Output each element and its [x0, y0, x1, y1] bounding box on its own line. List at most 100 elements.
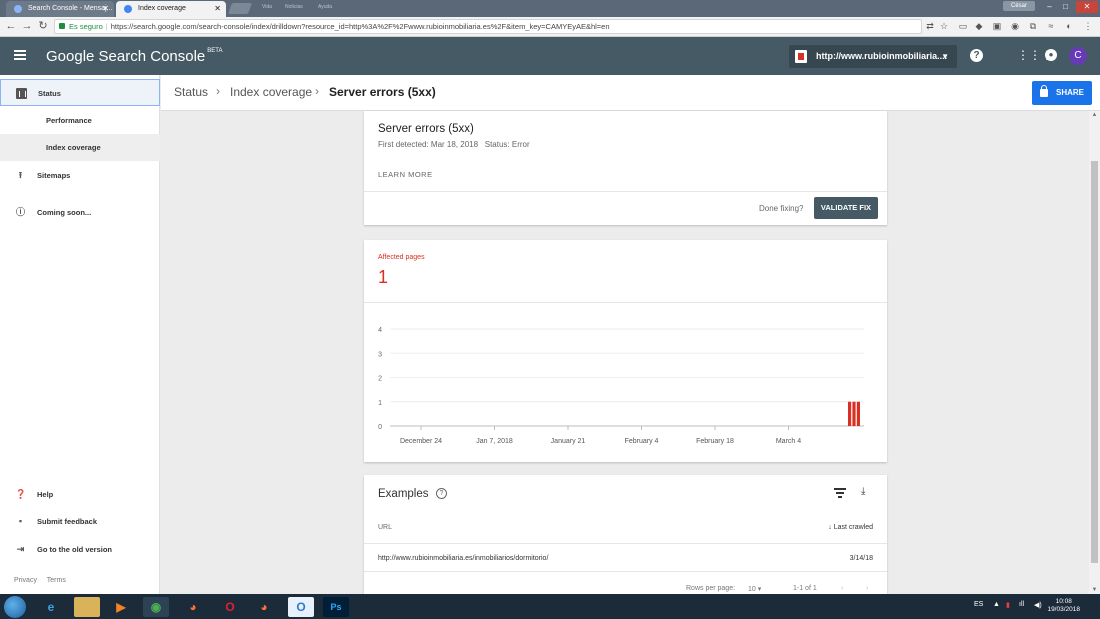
help-icon[interactable]: ? [970, 49, 983, 62]
tray-arrow-icon[interactable]: ▲ [993, 601, 1000, 608]
notifications-icon[interactable]: ● [1045, 49, 1057, 61]
column-header-last-crawled[interactable]: ↓ Last crawled [828, 524, 873, 531]
start-button[interactable] [4, 596, 26, 618]
close-tab-icon[interactable]: ✕ [102, 1, 109, 16]
cast-icon[interactable]: ▭ [957, 20, 969, 32]
x-tick-label: January 21 [551, 438, 586, 445]
sidebar-item-help[interactable]: ❓ Help [0, 481, 160, 508]
page-scrollbar[interactable]: ▲ ▼ [1089, 111, 1100, 594]
extension-icon[interactable]: ◉ [1009, 20, 1021, 32]
chart-bar [856, 401, 860, 426]
y-tick-label: 4 [378, 327, 382, 334]
signal-icon[interactable]: ıll [1019, 601, 1024, 608]
sidebar-item-index-coverage[interactable]: Index coverage [0, 134, 160, 161]
column-header-label: Last crawled [833, 524, 873, 531]
chrome-icon[interactable]: ◉ [143, 597, 169, 617]
terms-link[interactable]: Terms [47, 577, 66, 584]
upload-icon: ⭱ [18, 170, 23, 180]
examples-title: Examples [378, 488, 429, 500]
y-tick-label: 2 [378, 376, 382, 383]
chart-bar [852, 401, 856, 426]
extension-icon[interactable]: ▣ [991, 20, 1003, 32]
maximize-icon[interactable]: □ [1058, 1, 1073, 13]
internet-explorer-icon[interactable]: e [38, 597, 64, 617]
reload-icon[interactable]: ↻ [36, 19, 50, 33]
minimize-icon[interactable]: – [1042, 1, 1057, 13]
volume-icon[interactable]: ◀) [1034, 601, 1042, 609]
sidebar-item-sitemaps[interactable]: ⭱ Sitemaps [0, 162, 160, 189]
sidebar-item-status[interactable]: Status [0, 79, 160, 106]
download-icon[interactable]: ⤓ [861, 486, 865, 497]
help-icon[interactable]: ? [436, 488, 447, 499]
scroll-up-icon[interactable]: ▲ [1089, 112, 1100, 118]
bar-chart-icon [16, 88, 27, 99]
sidebar-item-coming-soon[interactable]: ⓘ Coming soon... [0, 199, 160, 226]
divider [364, 191, 887, 192]
feedback-icon: ▪ [18, 516, 23, 526]
close-tab-icon[interactable]: ✕ [214, 1, 221, 16]
tab-title: Search Console - Mensaj... [28, 5, 113, 12]
language-indicator[interactable]: ES [974, 601, 983, 608]
breadcrumb: Status › Index coverage › Server errors … [161, 75, 1100, 111]
scrollbar-thumb[interactable] [1091, 161, 1098, 563]
breadcrumb-index-coverage[interactable]: Index coverage [230, 85, 312, 99]
rows-per-page-value: 10 [748, 586, 756, 593]
forward-icon[interactable]: → [20, 19, 34, 33]
extension-icon[interactable]: ≈ [1045, 20, 1057, 32]
filter-icon[interactable] [834, 488, 846, 498]
back-icon[interactable]: ← [4, 19, 18, 33]
browser-tab-search-console[interactable]: Search Console - Mensaj... ✕ [6, 1, 114, 17]
scroll-down-icon[interactable]: ▼ [1089, 587, 1100, 593]
avatar[interactable]: C [1069, 47, 1087, 65]
breadcrumb-status[interactable]: Status [174, 85, 208, 99]
photoshop-icon[interactable]: Ps [323, 597, 349, 617]
sidebar-item-label: Index coverage [46, 143, 101, 152]
table-row-url[interactable]: http://www.rubioinmobiliaria.es/inmobili… [378, 555, 548, 562]
system-clock[interactable]: 10:08 19/03/2018 [1047, 598, 1080, 614]
divider [364, 571, 887, 572]
file-explorer-icon[interactable] [74, 597, 100, 617]
browser-tab-index-coverage[interactable]: Index coverage ✕ [116, 1, 226, 17]
new-tab-button[interactable] [227, 3, 253, 14]
tab-title: Index coverage [138, 5, 186, 12]
opera-icon[interactable]: O [217, 597, 243, 617]
sidebar-item-feedback[interactable]: ▪ Submit feedback [0, 508, 160, 535]
extension-icon[interactable]: ◆ [973, 20, 985, 32]
exit-icon: ⇥ [16, 544, 25, 554]
share-button[interactable]: SHARE [1032, 81, 1092, 105]
extension-icon[interactable]: ◐ [1063, 20, 1075, 32]
sidebar-footer: Privacy Terms [14, 577, 74, 584]
prev-page-icon[interactable]: ‹ [841, 585, 843, 592]
validate-fix-button[interactable]: VALIDATE FIX [814, 197, 878, 219]
sidebar-item-old-version[interactable]: ⇥ Go to the old version [0, 536, 160, 563]
sidebar-item-performance[interactable]: Performance [0, 107, 160, 134]
apps-grid-icon[interactable]: ⋮⋮⋮ [1017, 47, 1053, 63]
next-page-icon[interactable]: › [866, 585, 868, 592]
firefox-icon[interactable]: ◕ [180, 597, 206, 617]
affected-pages-card: Affected pages 1 0 1 2 3 4 December 24 Jan 7, … [364, 240, 887, 462]
network-icon[interactable]: ▮ [1006, 601, 1010, 609]
translate-icon[interactable]: ⇄ [924, 20, 936, 32]
privacy-link[interactable]: Privacy [14, 577, 37, 584]
rows-per-page-select[interactable]: 10 ▾ [748, 585, 761, 593]
firefox-icon[interactable]: ◕ [251, 597, 277, 617]
address-bar[interactable]: Es seguro | https://search.google.com/sear… [54, 19, 922, 34]
extension-icon[interactable]: ⧉ [1027, 20, 1039, 32]
close-window-icon[interactable]: ✕ [1076, 1, 1098, 13]
x-tick-label: Jan 7, 2018 [476, 438, 513, 445]
browser-profile-chip[interactable]: César [1003, 1, 1035, 11]
bookmark-star-icon[interactable]: ☆ [938, 20, 950, 32]
windows-taskbar: e ▶ ◉ ◕ O ◕ O Ps ES ▲ ▮ ıll ◀) 10:08 19/… [0, 594, 1100, 619]
menu-icon[interactable] [14, 50, 26, 60]
divider [364, 543, 887, 544]
learn-more-link[interactable]: LEARN MORE [378, 170, 433, 179]
sidebar: Status Performance Index coverage ⭱ Site… [0, 75, 160, 594]
pagination-range: 1-1 of 1 [793, 585, 817, 592]
sidebar-item-label: Performance [46, 116, 92, 125]
outlook-icon[interactable]: O [288, 597, 314, 617]
clock-time: 10:08 [1055, 598, 1072, 605]
property-selector[interactable]: http://www.rubioinmobiliaria.... ▼ [789, 45, 957, 68]
media-player-icon[interactable]: ▶ [108, 597, 134, 617]
product-logo[interactable]: Google Search Console BETA [46, 48, 223, 65]
browser-menu-icon[interactable]: ⋮ [1082, 20, 1094, 32]
